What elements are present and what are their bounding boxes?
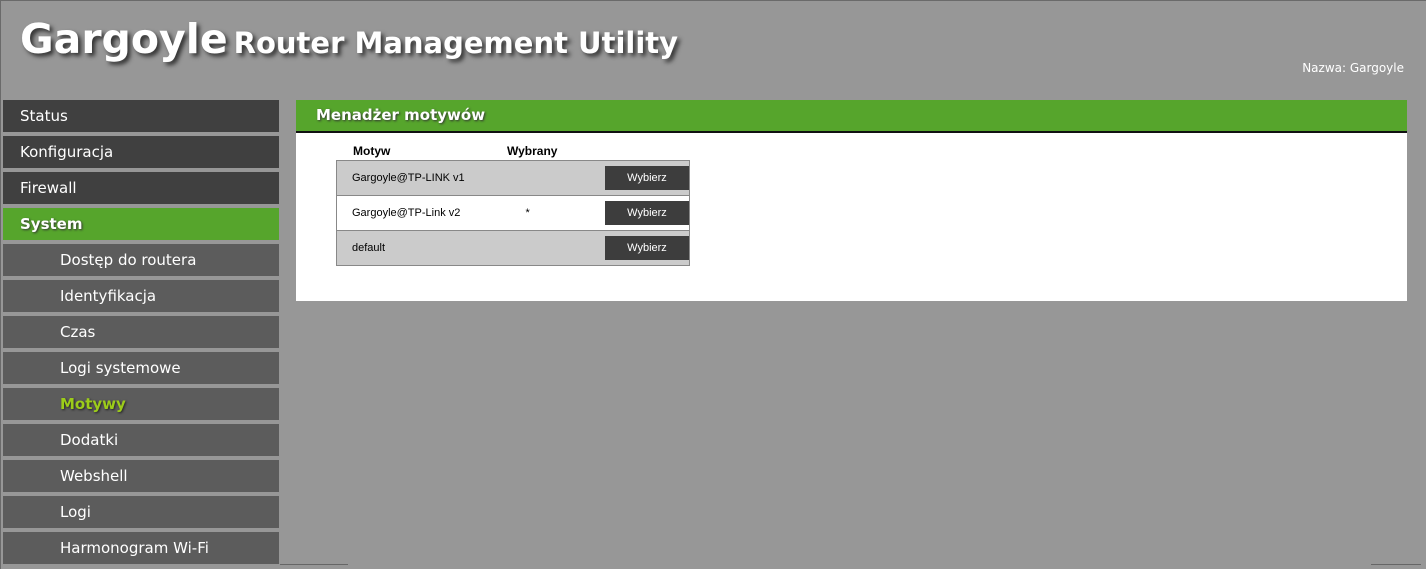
sidebar-subitem-system-logs[interactable]: Logi systemowe bbox=[3, 352, 279, 384]
theme-selected: * bbox=[511, 195, 605, 231]
themes-table: Gargoyle@TP-LINK v1 Wybierz Gargoyle@TP-… bbox=[336, 160, 690, 266]
sidebar-subitem-plugins[interactable]: Dodatki bbox=[3, 424, 279, 456]
column-header-selected: Wybrany bbox=[507, 144, 558, 158]
table-row: default Wybierz bbox=[336, 230, 690, 266]
column-header-theme: Motyw bbox=[353, 144, 391, 158]
app-title: Gargoyle Router Management Utility bbox=[20, 15, 678, 63]
table-row: Gargoyle@TP-LINK v1 Wybierz bbox=[336, 160, 690, 196]
panel-title: Menadżer motywów bbox=[296, 100, 1407, 133]
sidebar-subitem-logs[interactable]: Logi bbox=[3, 496, 279, 528]
sidebar-nav: Status Konfiguracja Firewall System Dost… bbox=[3, 100, 279, 568]
sidebar-subitem-webshell[interactable]: Webshell bbox=[3, 460, 279, 492]
select-theme-button[interactable]: Wybierz bbox=[605, 201, 689, 225]
sidebar-subitem-identification[interactable]: Identyfikacja bbox=[3, 280, 279, 312]
app-subtitle: Router Management Utility bbox=[233, 26, 679, 60]
table-row: Gargoyle@TP-Link v2 * Wybierz bbox=[336, 195, 690, 231]
sidebar-item-system[interactable]: System bbox=[3, 208, 279, 240]
theme-name: default bbox=[336, 230, 512, 266]
select-theme-button[interactable]: Wybierz bbox=[605, 166, 689, 190]
theme-selected bbox=[511, 160, 605, 196]
hostname-label: Nazwa: Gargoyle bbox=[1302, 61, 1404, 75]
select-theme-button[interactable]: Wybierz bbox=[605, 236, 689, 260]
theme-name: Gargoyle@TP-LINK v1 bbox=[336, 160, 512, 196]
sidebar-item-firewall[interactable]: Firewall bbox=[3, 172, 279, 204]
theme-manager-panel: Menadżer motywów Motyw Wybrany Gargoyle@… bbox=[296, 100, 1407, 301]
theme-name: Gargoyle@TP-Link v2 bbox=[336, 195, 512, 231]
divider bbox=[1371, 564, 1421, 565]
sidebar-subitem-wifi-schedule[interactable]: Harmonogram Wi-Fi bbox=[3, 532, 279, 564]
sidebar-item-konfiguracja[interactable]: Konfiguracja bbox=[3, 136, 279, 168]
theme-selected bbox=[511, 230, 605, 266]
sidebar-subitem-themes[interactable]: Motywy bbox=[3, 388, 279, 420]
sidebar-subitem-router-access[interactable]: Dostęp do routera bbox=[3, 244, 279, 276]
divider bbox=[280, 564, 348, 565]
sidebar-item-status[interactable]: Status bbox=[3, 100, 279, 132]
brand-name: Gargoyle bbox=[20, 15, 228, 63]
sidebar-subitem-time[interactable]: Czas bbox=[3, 316, 279, 348]
